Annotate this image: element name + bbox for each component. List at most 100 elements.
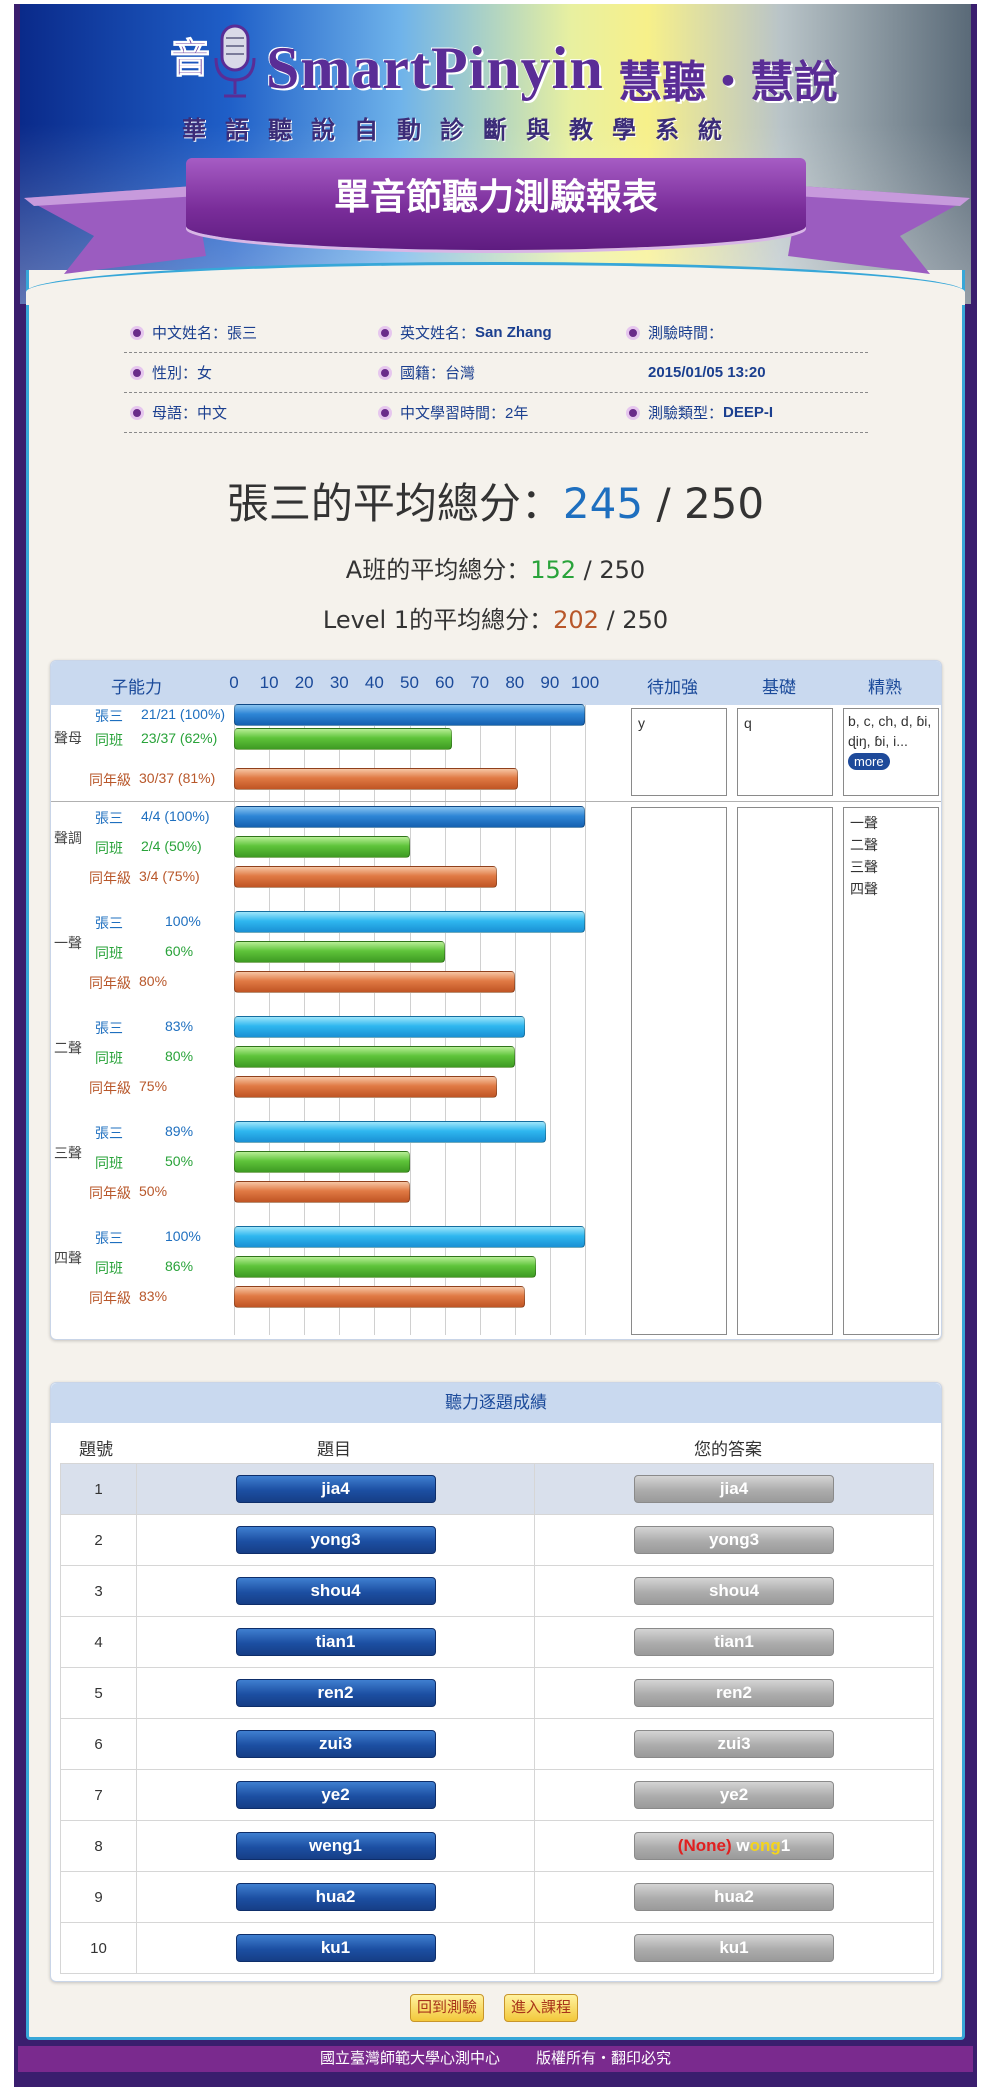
report-title: 單音節聽力測驗報表 [333, 177, 658, 218]
more-button[interactable]: more [848, 753, 890, 770]
bar [234, 1226, 585, 1248]
series-name: 同年級 [89, 1080, 131, 1096]
table-row: 6 zui3 zui3 [60, 1718, 934, 1770]
item-play-button[interactable]: yong3 [235, 1526, 436, 1554]
tone-item: 三聲 [850, 859, 878, 875]
initials-weak-box: y [631, 708, 727, 796]
tones-master-box: 一聲 二聲 三聲 四聲 [843, 807, 939, 1335]
value-label: 86% [165, 1258, 194, 1274]
item-number: 4 [60, 1616, 137, 1668]
item-number: 6 [60, 1718, 137, 1770]
axis-tick-label: 0 [229, 673, 239, 692]
axis-tick-label: 10 [259, 673, 279, 692]
item-number: 9 [60, 1871, 137, 1923]
item-play-button[interactable]: ren2 [235, 1679, 436, 1707]
value-label: 100% [165, 1228, 201, 1244]
col-weak: 待加強 [647, 678, 698, 697]
quiz-title: 聽力逐題成績 [51, 1383, 941, 1423]
axis-tick-label: 100 [570, 673, 600, 692]
axis-tick-label: 40 [364, 673, 384, 692]
series-name: 張三 [95, 810, 123, 826]
bar [234, 971, 515, 993]
table-row: 9 hua2 hua2 [60, 1871, 934, 1923]
table-row: 5 ren2 ren2 [60, 1667, 934, 1719]
microphone-logo-icon: 音 [170, 24, 256, 98]
answer-button[interactable]: yong3 [634, 1526, 834, 1554]
subskill-panel: 子能力 0 10 20 30 40 50 60 70 80 90 100 待加強 基礎 精熟 y q… [50, 660, 942, 1340]
item-play-button[interactable]: ku1 [235, 1934, 436, 1962]
group-label: 聲母 [54, 730, 82, 746]
class-score: 152 [530, 556, 577, 584]
svg-text:音: 音 [170, 36, 210, 82]
answer-button[interactable]: shou4 [634, 1577, 834, 1605]
footer-org: 國立臺灣師範大學心測中心 [319, 2050, 500, 2067]
group-label: 四聲 [54, 1250, 82, 1266]
value-label: 83% [139, 1288, 168, 1304]
bar [234, 1286, 526, 1308]
series-name: 張三 [95, 915, 123, 931]
axis-tick-label: 80 [505, 673, 525, 692]
table-row: 3 shou4 shou4 [60, 1565, 934, 1617]
item-number: 1 [60, 1463, 137, 1515]
enter-course-button[interactable]: 進入課程 [504, 1994, 579, 2022]
value-label: 2/4 (50%) [141, 838, 202, 854]
bar [234, 1256, 536, 1278]
answer-button[interactable]: (None) wong1 [634, 1832, 834, 1860]
table-row: 4 tian1 tian1 [60, 1616, 934, 1668]
table-row: 1 jia4 jia4 [60, 1463, 934, 1515]
logo-text: SmartPinyin [266, 35, 604, 101]
footer-rights: 版權所有・翻印必究 [536, 2050, 672, 2067]
bar [234, 1016, 526, 1038]
item-play-button[interactable]: hua2 [235, 1883, 436, 1911]
answer-button[interactable]: hua2 [634, 1883, 834, 1911]
item-play-button[interactable]: shou4 [235, 1577, 436, 1605]
bar [234, 941, 445, 963]
answer-button[interactable]: jia4 [634, 1475, 834, 1503]
group-label: 三聲 [54, 1145, 82, 1161]
study-years-value: 2年 [505, 405, 529, 422]
tone-item: 二聲 [850, 837, 878, 853]
answer-button[interactable]: ye2 [634, 1781, 834, 1809]
bar [234, 911, 585, 933]
col-master: 精熟 [868, 678, 902, 697]
info-row: 中文姓名： 張三 英文姓名： San Zhang 測驗時間： [124, 313, 868, 353]
group-label: 一聲 [54, 935, 82, 951]
info-row: 母語： 中文 中文學習時間： 2年 測驗類型： DEEP-I [124, 393, 868, 433]
item-play-button[interactable]: zui3 [235, 1730, 436, 1758]
nationality-value: 台灣 [445, 365, 476, 382]
series-name: 同年級 [89, 1185, 131, 1201]
series-name: 同年級 [89, 975, 131, 991]
axis-tick-label: 50 [400, 673, 419, 692]
bar [234, 836, 410, 858]
axis-tick-label: 20 [294, 673, 314, 692]
value-label: 60% [165, 943, 194, 959]
answer-button[interactable]: tian1 [634, 1628, 834, 1656]
bar [234, 768, 519, 790]
answer-button[interactable]: zui3 [634, 1730, 834, 1758]
item-play-button[interactable]: jia4 [235, 1475, 436, 1503]
answer-button[interactable]: ku1 [634, 1934, 834, 1962]
answer-button[interactable]: ren2 [634, 1679, 834, 1707]
student-score: 245 [562, 479, 644, 528]
bullet-icon [378, 325, 392, 340]
level-score: 202 [553, 606, 599, 634]
tone-item: 四聲 [850, 881, 878, 897]
value-label: 83% [165, 1018, 194, 1034]
item-play-button[interactable]: weng1 [235, 1832, 436, 1860]
footer: 國立臺灣師範大學心測中心 版權所有・翻印必究 [18, 2046, 973, 2072]
axis-tick-label: 70 [470, 673, 490, 692]
value-label: 100% [165, 913, 201, 929]
chinese-name: 張三 [227, 325, 258, 342]
col-item: 題目 [317, 1440, 351, 1459]
item-play-button[interactable]: tian1 [235, 1628, 436, 1656]
series-name: 同班 [95, 1155, 123, 1171]
group-label: 二聲 [54, 1040, 82, 1056]
bullet-icon [130, 325, 144, 340]
value-label: 89% [165, 1123, 194, 1139]
group-separator [51, 801, 941, 802]
bullet-icon [130, 365, 144, 380]
item-number: 5 [60, 1667, 137, 1719]
item-play-button[interactable]: ye2 [235, 1781, 436, 1809]
axis-ticks: 0 10 20 30 40 50 60 70 80 90 100 [51, 661, 941, 705]
back-to-test-button[interactable]: 回到測驗 [410, 1994, 485, 2022]
